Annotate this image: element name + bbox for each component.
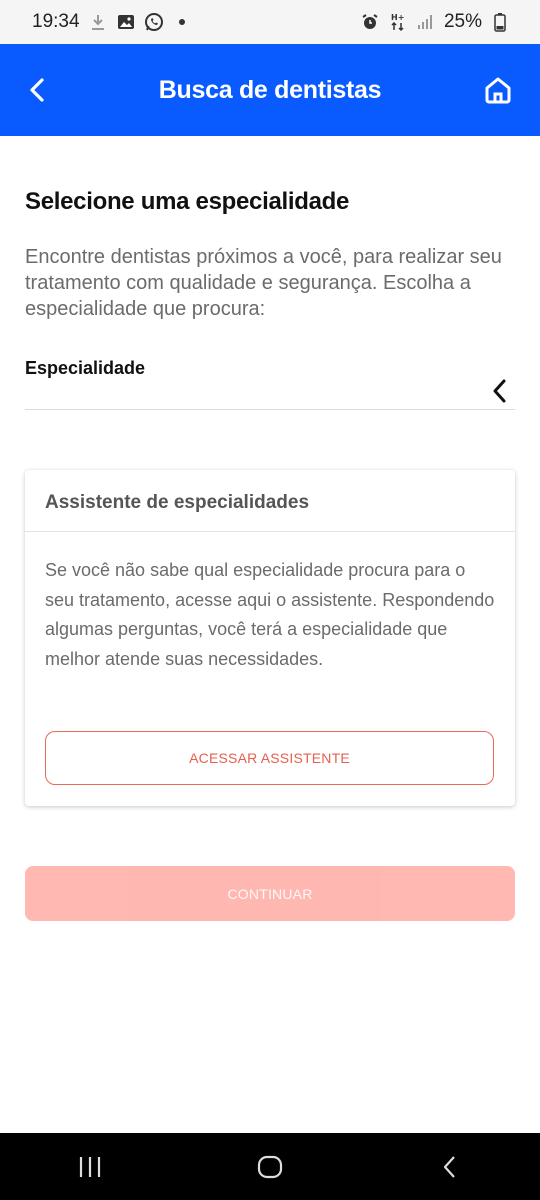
- section-description: Encontre dentistas próximos a você, para…: [25, 246, 502, 320]
- download-icon: [88, 12, 108, 32]
- alarm-icon: [360, 12, 380, 32]
- back-nav-button[interactable]: [430, 1147, 470, 1187]
- main-content: Selecione uma especialidade Encontre den…: [25, 188, 515, 322]
- battery-icon: [490, 12, 510, 32]
- status-bar: 19:34 H+ 25%: [0, 0, 540, 44]
- status-time: 19:34: [32, 11, 80, 32]
- access-assistant-button[interactable]: ACESSAR ASSISTENTE: [45, 731, 494, 785]
- home-icon: [485, 77, 511, 104]
- home-button[interactable]: [482, 74, 514, 106]
- data-icon: H+: [388, 12, 408, 32]
- status-left: 19:34: [32, 11, 192, 33]
- home-circle-icon: [257, 1155, 283, 1178]
- signal-icon: [416, 12, 436, 32]
- image-icon: [116, 12, 136, 32]
- section-heading: Selecione uma especialidade: [25, 188, 350, 215]
- assistant-card-title: Assistente de especialidades: [25, 470, 515, 532]
- back-button[interactable]: [22, 74, 54, 106]
- home-nav-button[interactable]: [250, 1147, 290, 1187]
- whatsapp-icon: [144, 12, 164, 32]
- status-right: H+ 25%: [360, 11, 510, 33]
- app-bar: Busca de dentistas: [0, 44, 540, 136]
- recent-apps-button[interactable]: [70, 1147, 110, 1187]
- specialty-field-label: Especialidade: [25, 358, 146, 378]
- specialty-dropdown[interactable]: [488, 377, 512, 405]
- chevron-left-icon: [493, 379, 506, 403]
- assistant-card-body: Se você não sabe qual especialidade proc…: [45, 560, 495, 669]
- dot-icon: [172, 12, 192, 32]
- page-title: Busca de dentistas: [158, 75, 382, 104]
- specialty-field-underline: [25, 409, 515, 410]
- back-icon: [443, 1155, 455, 1178]
- battery-percent: 25%: [443, 11, 482, 32]
- system-nav-bar: [0, 1133, 540, 1200]
- recent-apps-icon: [79, 1156, 101, 1177]
- chevron-left-icon: [30, 78, 44, 102]
- assistant-card: Assistente de especialidades Se você não…: [25, 470, 515, 806]
- continue-button[interactable]: CONTINUAR: [25, 866, 515, 921]
- svg-text:H+: H+: [391, 13, 404, 22]
